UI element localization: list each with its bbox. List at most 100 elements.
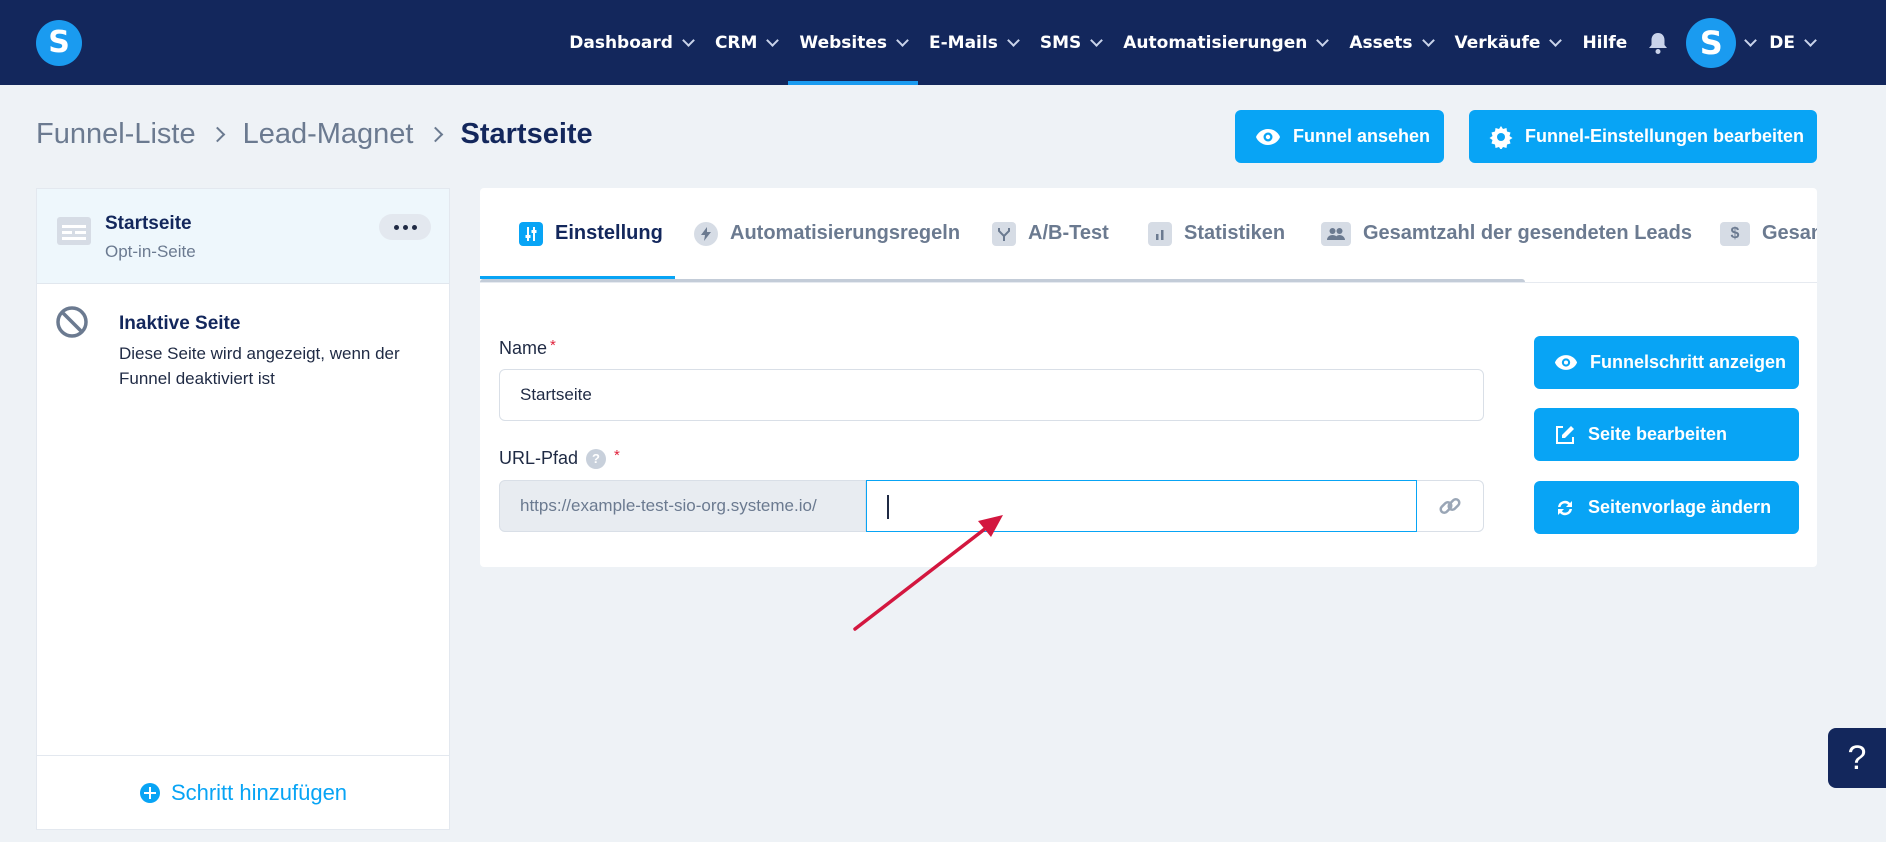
tab-scrollbar[interactable] (480, 279, 1525, 282)
link-icon (1439, 497, 1461, 515)
url-path-label: URL-Pfad? * (499, 447, 620, 469)
url-path-label-text: URL-Pfad (499, 448, 579, 468)
edit-icon (1556, 425, 1574, 444)
chevron-down-icon (1006, 33, 1020, 47)
nav-dashboard[interactable]: Dashboard (558, 0, 704, 85)
step-settings-card: Einstellung Automatisierungsregeln A/B-T… (480, 188, 1817, 567)
eye-icon (1554, 355, 1578, 370)
page-title: Startseite (460, 118, 593, 150)
tab-bar: Einstellung Automatisierungsregeln A/B-T… (480, 188, 1817, 283)
nav-automations[interactable]: Automatisierungen (1112, 0, 1338, 85)
name-label-text: Name (499, 338, 548, 358)
nav-label: Websites (799, 32, 887, 53)
edit-funnel-settings-button[interactable]: Funnel-Einstellungen bearbeiten (1469, 110, 1817, 163)
nav-label: Automatisierungen (1123, 32, 1308, 53)
top-navbar: S Dashboard CRM Websites E-Mails SMS Aut… (0, 0, 1886, 85)
eye-icon (1256, 128, 1280, 145)
tab-automation-rules[interactable]: Automatisierungsregeln (694, 188, 960, 279)
inactive-page-description: Diese Seite wird angezeigt, wenn der Fun… (119, 344, 400, 388)
tab-label: Gesamtzahl der gesendeten Leads (1363, 222, 1693, 244)
sliders-icon (519, 221, 543, 246)
breadcrumb-lead-magnet[interactable]: Lead-Magnet (243, 118, 414, 151)
name-label: Name * (499, 337, 556, 359)
tab-label: Gesamt (1762, 222, 1817, 244)
bell-icon (1649, 32, 1668, 54)
button-label: Seite bearbeiten (1588, 424, 1728, 444)
chevron-right-icon (209, 126, 225, 143)
chevron-down-icon (1316, 33, 1330, 47)
chevron-down-icon (1804, 33, 1817, 47)
bolt-icon (694, 221, 718, 246)
notifications-button[interactable] (1638, 0, 1678, 85)
nav-label: Hilfe (1582, 32, 1628, 53)
url-path-input[interactable] (866, 480, 1417, 532)
tab-ab-test[interactable]: A/B-Test (992, 188, 1109, 279)
edit-page-button[interactable]: Seite bearbeiten (1534, 408, 1799, 461)
gear-icon (1489, 125, 1513, 149)
copy-link-button[interactable] (1417, 480, 1484, 532)
view-funnel-button[interactable]: Funnel ansehen (1235, 110, 1444, 163)
chevron-down-icon[interactable] (1744, 33, 1758, 47)
chevron-down-icon (896, 33, 909, 47)
add-step-label: Schritt hinzufügen (170, 779, 348, 805)
chevron-down-icon (682, 33, 695, 47)
page-icon (57, 217, 91, 245)
tab-total-revenue[interactable]: $ Gesamt (1720, 188, 1817, 279)
tab-label: Automatisierungsregeln (730, 222, 961, 244)
nav-emails[interactable]: E-Mails (918, 0, 1029, 85)
chevron-right-icon (427, 126, 443, 143)
refresh-icon (1558, 500, 1572, 515)
plus-circle-icon (139, 782, 160, 803)
breadcrumb-funnel-list[interactable]: Funnel-Liste (36, 118, 196, 151)
dollar-icon: $ (1720, 221, 1750, 246)
required-marker: * (614, 447, 620, 464)
split-icon (992, 221, 1016, 246)
nav-label: Assets (1349, 32, 1413, 53)
change-template-button[interactable]: Seitenvorlage ändern (1534, 481, 1799, 534)
button-label: Funnel-Einstellungen bearbeiten (1525, 126, 1805, 146)
help-widget-button[interactable]: ? (1828, 728, 1886, 788)
chevron-down-icon (766, 33, 780, 47)
tab-statistics[interactable]: Statistiken (1148, 188, 1285, 279)
tab-settings[interactable]: Einstellung (519, 188, 663, 279)
button-label: Seitenvorlage ändern (1588, 497, 1772, 517)
funnel-steps-panel: Startseite Opt-in-Seite Inaktive Seite D… (36, 188, 450, 830)
ban-icon (56, 306, 88, 338)
funnel-step-item[interactable]: Startseite Opt-in-Seite (37, 189, 449, 284)
systeme-logo[interactable]: S (36, 20, 82, 66)
step-title: Startseite (105, 213, 192, 234)
required-marker: * (550, 337, 556, 354)
text-cursor (887, 495, 889, 519)
show-funnel-step-button[interactable]: Funnelschritt anzeigen (1534, 336, 1799, 389)
help-icon[interactable]: ? (586, 449, 607, 469)
more-options-button[interactable] (379, 214, 431, 240)
tab-label: Statistiken (1184, 222, 1286, 244)
nav-sales[interactable]: Verkäufe (1444, 0, 1572, 85)
name-field[interactable]: Startseite (499, 369, 1484, 421)
inactive-page-title: Inaktive Seite (119, 313, 241, 334)
button-label: Funnelschritt anzeigen (1590, 352, 1787, 372)
url-prefix-text: https://example-test-sio-org.systeme.io/ (520, 496, 817, 515)
nav-help[interactable]: Hilfe (1571, 0, 1638, 85)
nav-assets[interactable]: Assets (1338, 0, 1443, 85)
nav-sms[interactable]: SMS (1029, 0, 1112, 85)
url-prefix: https://example-test-sio-org.systeme.io/ (499, 480, 866, 532)
nav-label: SMS (1039, 32, 1082, 53)
language-selector[interactable]: DE (1769, 0, 1826, 85)
breadcrumb: Funnel-Liste Lead-Magnet Startseite (36, 118, 593, 151)
nav-label: Verkäufe (1454, 32, 1541, 53)
chevron-down-icon (1421, 33, 1435, 47)
nav-websites[interactable]: Websites (788, 0, 918, 85)
users-icon (1321, 221, 1351, 246)
chevron-down-icon (1090, 33, 1104, 47)
tab-total-leads[interactable]: Gesamtzahl der gesendeten Leads (1321, 188, 1692, 279)
avatar[interactable]: S (1686, 17, 1737, 68)
chevron-down-icon (1549, 33, 1563, 47)
tab-label: Einstellung (555, 222, 663, 244)
nav-crm[interactable]: CRM (704, 0, 788, 85)
nav-label: CRM (714, 32, 758, 53)
step-type: Opt-in-Seite (105, 242, 196, 261)
add-step-button[interactable]: Schritt hinzufügen (37, 755, 449, 829)
nav-label: Dashboard (569, 32, 673, 53)
button-label: Funnel ansehen (1293, 126, 1431, 146)
